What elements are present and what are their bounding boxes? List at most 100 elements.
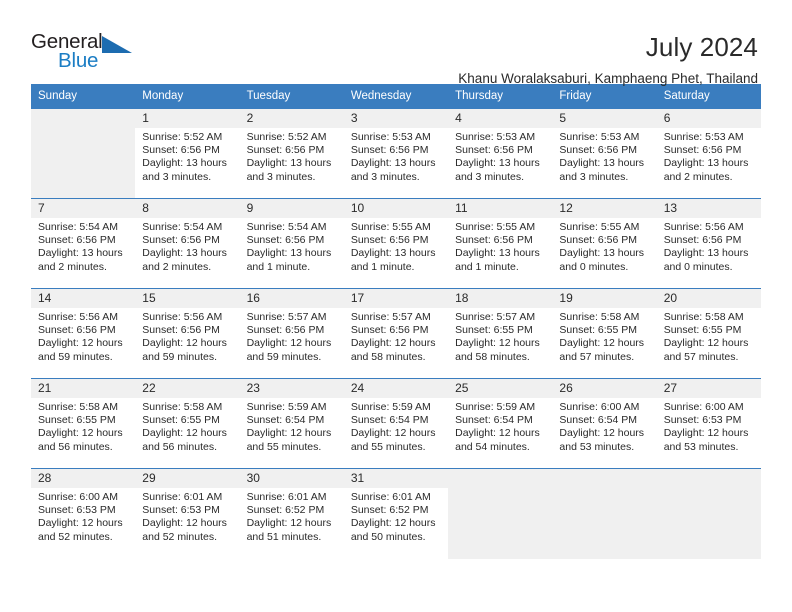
- calendar-cell-empty: [448, 468, 553, 559]
- calendar-day-cell[interactable]: 5 Sunrise: 5:53 AM Sunset: 6:56 PM Daylight…: [552, 108, 657, 199]
- sunset-text: Sunset: 6:56 PM: [142, 144, 220, 157]
- calendar-day-cell[interactable]: 15 Sunrise: 5:56 AM Sunset: 6:56 PM Dayligh…: [135, 288, 240, 379]
- sunrise-text: Sunrise: 6:01 AM: [246, 491, 327, 503]
- calendar-day-cell[interactable]: 30 Sunrise: 6:01 AM Sunset: 6:52 PM Dayligh…: [239, 468, 344, 559]
- calendar-day-cell[interactable]: 12 Sunrise: 5:55 AM Sunset: 6:56 PM Dayligh…: [552, 198, 657, 289]
- calendar-day-cell[interactable]: 16 Sunrise: 5:57 AM Sunset: 6:56 PM Dayligh…: [239, 288, 344, 379]
- sunrise-text: Sunrise: 5:54 AM: [246, 221, 327, 233]
- day-number: 17: [343, 289, 449, 308]
- calendar-day-cell[interactable]: 6 Sunrise: 5:53 AM Sunset: 6:56 PM Daylight…: [656, 108, 761, 199]
- logo-text-blue: Blue: [58, 49, 99, 72]
- daylight-text-line1: Daylight: 12 hours: [142, 517, 227, 530]
- day-number: 11: [448, 199, 553, 218]
- daylight-text-line1: Daylight: 12 hours: [38, 517, 123, 530]
- daylight-text-line2: and 0 minutes.: [559, 260, 629, 273]
- page-subtitle: Khanu Woralaksaburi, Kamphaeng Phet, Tha…: [458, 71, 758, 86]
- daylight-text-line1: Daylight: 13 hours: [246, 157, 332, 170]
- calendar-day-cell[interactable]: 25 Sunrise: 5:59 AM Sunset: 6:54 PM Dayligh…: [448, 378, 553, 469]
- day-number: 16: [239, 289, 344, 308]
- calendar-day-cell[interactable]: 7 Sunrise: 5:54 AM Sunset: 6:56 PM Daylight…: [31, 198, 136, 289]
- sunset-text: Sunset: 6:54 PM: [246, 414, 325, 427]
- calendar-day-cell[interactable]: 22 Sunrise: 5:58 AM Sunset: 6:55 PM Dayligh…: [135, 378, 240, 469]
- calendar-day-cell[interactable]: 11 Sunrise: 5:55 AM Sunset: 6:56 PM Dayligh…: [448, 198, 553, 289]
- daylight-text-line2: and 55 minutes.: [246, 440, 322, 453]
- day-number: [656, 469, 761, 488]
- day-number: 18: [448, 289, 553, 308]
- day-details: Sunrise: 5:59 AM Sunset: 6:54 PM Daylight:…: [448, 398, 552, 454]
- calendar-day-cell[interactable]: 23 Sunrise: 5:59 AM Sunset: 6:54 PM Dayligh…: [239, 378, 344, 469]
- day-number: 5: [552, 109, 657, 128]
- day-number: [448, 469, 553, 488]
- calendar-day-cell[interactable]: 18 Sunrise: 5:57 AM Sunset: 6:55 PM Dayligh…: [448, 288, 553, 379]
- day-number: 6: [656, 109, 761, 128]
- calendar-week-row: 1 Sunrise: 5:52 AM Sunset: 6:56 PM Daylight…: [31, 108, 761, 199]
- calendar-day-cell[interactable]: 24 Sunrise: 5:59 AM Sunset: 6:54 PM Dayligh…: [343, 378, 449, 469]
- day-number: 13: [656, 199, 761, 218]
- day-details: Sunrise: 6:00 AM Sunset: 6:53 PM Daylight:…: [31, 488, 135, 544]
- sunset-text: Sunset: 6:55 PM: [142, 414, 220, 427]
- day-details: Sunrise: 5:57 AM Sunset: 6:56 PM Daylight:…: [344, 308, 448, 364]
- calendar-day-cell[interactable]: 20 Sunrise: 5:58 AM Sunset: 6:55 PM Dayligh…: [656, 288, 761, 379]
- sunset-text: Sunset: 6:56 PM: [559, 234, 638, 247]
- calendar-day-cell[interactable]: 27 Sunrise: 6:00 AM Sunset: 6:53 PM Dayligh…: [656, 378, 761, 469]
- weekday-header-friday: Friday: [552, 84, 657, 109]
- day-details: Sunrise: 6:00 AM Sunset: 6:53 PM Daylight:…: [657, 398, 761, 454]
- sunrise-text: Sunrise: 5:57 AM: [455, 311, 536, 323]
- daylight-text-line2: and 58 minutes.: [455, 350, 530, 363]
- calendar-day-cell[interactable]: 4 Sunrise: 5:53 AM Sunset: 6:56 PM Daylight…: [448, 108, 553, 199]
- daylight-text-line1: Daylight: 12 hours: [246, 517, 332, 530]
- day-details: Sunrise: 5:53 AM Sunset: 6:56 PM Daylight:…: [552, 128, 656, 184]
- calendar-day-cell[interactable]: 8 Sunrise: 5:54 AM Sunset: 6:56 PM Daylight…: [135, 198, 240, 289]
- day-number: 29: [135, 469, 240, 488]
- calendar-day-cell[interactable]: 2 Sunrise: 5:52 AM Sunset: 6:56 PM Daylight…: [239, 108, 344, 199]
- general-blue-logo[interactable]: General Blue: [31, 30, 151, 78]
- calendar-day-cell[interactable]: 17 Sunrise: 5:57 AM Sunset: 6:56 PM Dayligh…: [343, 288, 449, 379]
- sunrise-text: Sunrise: 5:56 AM: [663, 221, 744, 233]
- sunrise-text: Sunrise: 5:53 AM: [559, 131, 640, 143]
- calendar-day-cell[interactable]: 28 Sunrise: 6:00 AM Sunset: 6:53 PM Dayligh…: [31, 468, 136, 559]
- day-number: 28: [31, 469, 136, 488]
- day-number: 30: [239, 469, 344, 488]
- sunset-text: Sunset: 6:56 PM: [350, 234, 429, 247]
- day-details: Sunrise: 5:53 AM Sunset: 6:56 PM Daylight:…: [448, 128, 552, 184]
- daylight-text-line1: Daylight: 13 hours: [246, 247, 332, 260]
- sunset-text: Sunset: 6:56 PM: [455, 234, 533, 247]
- sunrise-text: Sunrise: 5:56 AM: [38, 311, 118, 323]
- day-number: 8: [135, 199, 240, 218]
- daylight-text-line1: Daylight: 12 hours: [38, 337, 123, 350]
- calendar-day-cell[interactable]: 19 Sunrise: 5:58 AM Sunset: 6:55 PM Dayligh…: [552, 288, 657, 379]
- calendar-day-cell[interactable]: 26 Sunrise: 6:00 AM Sunset: 6:54 PM Dayligh…: [552, 378, 657, 469]
- day-number: 31: [343, 469, 449, 488]
- daylight-text-line2: and 3 minutes.: [559, 170, 629, 183]
- calendar-day-cell[interactable]: 9 Sunrise: 5:54 AM Sunset: 6:56 PM Daylight…: [239, 198, 344, 289]
- daylight-text-line1: Daylight: 13 hours: [350, 157, 436, 170]
- sunset-text: Sunset: 6:56 PM: [350, 144, 429, 157]
- weekday-headers: Sunday Monday Tuesday Wednesday Thursday Frid…: [31, 84, 761, 109]
- calendar-day-cell[interactable]: 10 Sunrise: 5:55 AM Sunset: 6:56 PM Dayligh…: [343, 198, 449, 289]
- calendar-day-cell[interactable]: 31 Sunrise: 6:01 AM Sunset: 6:52 PM Dayligh…: [343, 468, 449, 559]
- sunrise-text: Sunrise: 5:55 AM: [350, 221, 431, 233]
- calendar-day-cell[interactable]: 13 Sunrise: 5:56 AM Sunset: 6:56 PM Dayligh…: [656, 198, 761, 289]
- calendar-day-cell[interactable]: 14 Sunrise: 5:56 AM Sunset: 6:56 PM Dayligh…: [31, 288, 136, 379]
- calendar-day-cell[interactable]: 29 Sunrise: 6:01 AM Sunset: 6:53 PM Dayligh…: [135, 468, 240, 559]
- sunrise-text: Sunrise: 5:57 AM: [246, 311, 327, 323]
- day-details: Sunrise: 5:54 AM Sunset: 6:56 PM Daylight:…: [135, 218, 239, 274]
- calendar-body: 1 Sunrise: 5:52 AM Sunset: 6:56 PM Daylight…: [31, 108, 761, 559]
- weekday-header-saturday: Saturday: [656, 84, 761, 109]
- sunset-text: Sunset: 6:56 PM: [455, 144, 533, 157]
- calendar-day-cell[interactable]: 1 Sunrise: 5:52 AM Sunset: 6:56 PM Daylight…: [135, 108, 240, 199]
- calendar-day-cell[interactable]: 3 Sunrise: 5:53 AM Sunset: 6:56 PM Daylight…: [343, 108, 449, 199]
- sunrise-text: Sunrise: 5:54 AM: [38, 221, 118, 233]
- sunrise-text: Sunrise: 6:00 AM: [38, 491, 118, 503]
- day-number: 14: [31, 289, 136, 308]
- calendar-header-row: Sunday Monday Tuesday Wednesday Thursday Frid…: [31, 84, 761, 109]
- sunset-text: Sunset: 6:56 PM: [350, 324, 429, 337]
- daylight-text-line1: Daylight: 13 hours: [455, 157, 540, 170]
- daylight-text-line1: Daylight: 12 hours: [246, 337, 332, 350]
- sunrise-text: Sunrise: 5:58 AM: [559, 311, 640, 323]
- sunset-text: Sunset: 6:54 PM: [350, 414, 429, 427]
- day-details: Sunrise: 6:00 AM Sunset: 6:54 PM Daylight:…: [552, 398, 656, 454]
- calendar-day-cell[interactable]: 21 Sunrise: 5:58 AM Sunset: 6:55 PM Dayligh…: [31, 378, 136, 469]
- daylight-text-line1: Daylight: 13 hours: [663, 247, 749, 260]
- daylight-text-line2: and 2 minutes.: [38, 260, 107, 273]
